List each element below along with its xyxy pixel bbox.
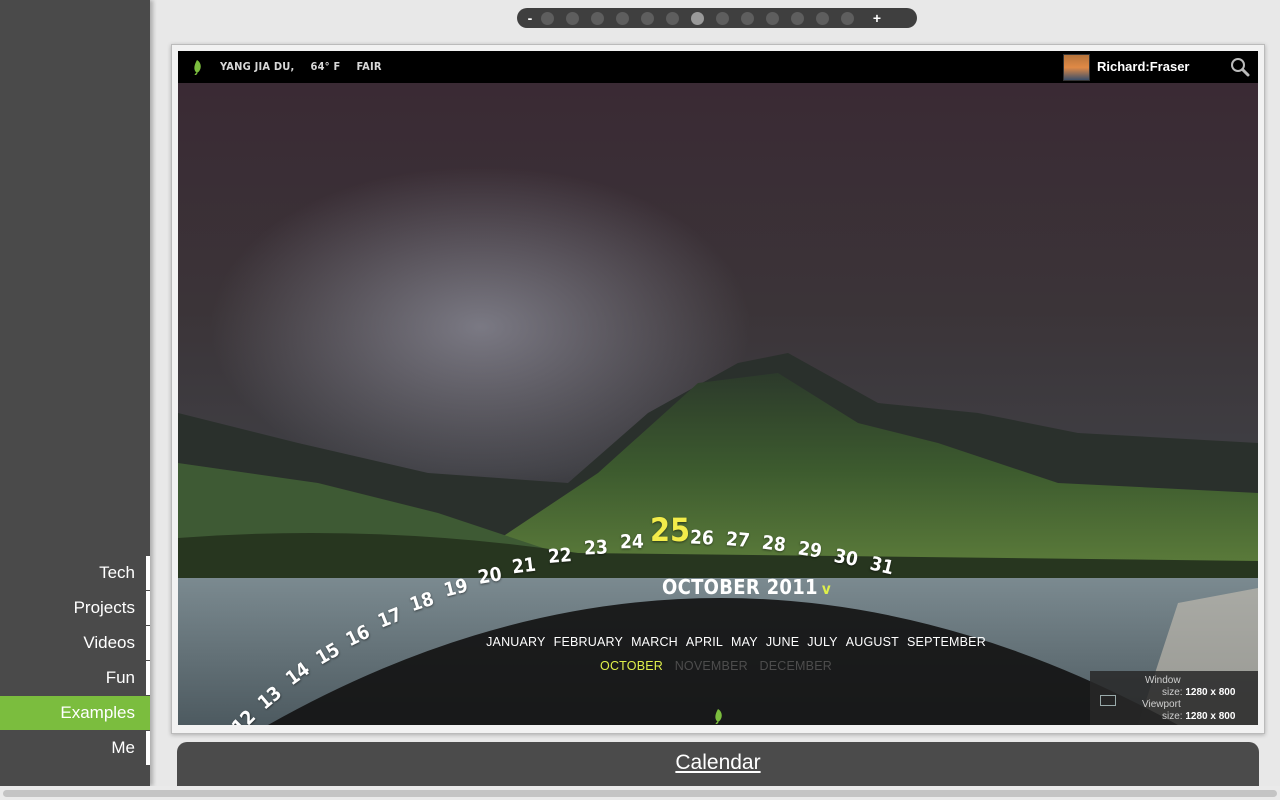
sidebar-item-videos[interactable]: Videos	[0, 626, 150, 660]
sidebar-item-fun[interactable]: Fun	[0, 661, 150, 695]
horizontal-scrollbar[interactable]	[0, 786, 1280, 800]
pager-dot[interactable]	[666, 11, 679, 25]
pager-dot[interactable]	[641, 11, 654, 25]
day-item[interactable]: 24	[620, 531, 644, 553]
pager-dot[interactable]	[566, 11, 579, 25]
size-info-panel: Window size: 1280 x 800 Viewport size: 1…	[1090, 671, 1258, 725]
pager-dot[interactable]	[716, 11, 729, 25]
day-item[interactable]: 29	[796, 537, 823, 562]
month-item[interactable]: FEBRUARY	[554, 635, 623, 649]
month-item[interactable]: JANUARY	[486, 635, 546, 649]
pager-dot[interactable]	[591, 11, 604, 25]
month-year-title: OCTOBER 2011	[662, 575, 818, 599]
viewport-size-value: 1280 x 800	[1185, 711, 1236, 722]
monitor-icon	[1100, 695, 1116, 706]
pager-dots	[541, 11, 866, 25]
weather-info: YANG JIA DU, 64° F FAIR	[220, 60, 382, 73]
month-item[interactable]: SEPTEMBER	[907, 635, 986, 649]
day-item[interactable]: 20	[476, 563, 503, 589]
window-size-label: size:	[1162, 687, 1183, 698]
month-future[interactable]: DECEMBER	[760, 659, 832, 673]
calendar-link[interactable]: Calendar	[177, 751, 1259, 775]
calendar-arc	[268, 598, 1178, 725]
month-item[interactable]: JUNE	[766, 635, 799, 649]
zoom-in-button[interactable]: +	[866, 10, 888, 26]
day-item[interactable]: 21	[511, 554, 537, 579]
day-selected[interactable]: 25	[650, 511, 690, 549]
month-item[interactable]: MARCH	[631, 635, 678, 649]
day-item[interactable]: 26	[689, 526, 714, 549]
month-future[interactable]: NOVEMBER	[675, 659, 748, 673]
day-item[interactable]: 30	[832, 545, 860, 571]
temperature-label: 64° F	[310, 60, 341, 73]
pager-dot[interactable]	[691, 11, 704, 25]
pager-dot[interactable]	[766, 11, 779, 25]
viewport-label: Viewport	[1142, 699, 1181, 710]
day-item[interactable]: 23	[583, 536, 608, 559]
leaf-icon	[715, 709, 722, 724]
months-row-past: JANUARY FEBRUARY MARCH APRIL MAY JUNE JULY AUGU…	[196, 635, 1258, 649]
sidebar-item-examples[interactable]: Examples	[0, 696, 150, 730]
leaf-icon[interactable]	[190, 59, 204, 75]
window-size-value: 1280 x 800	[1185, 687, 1236, 698]
condition-label: FAIR	[356, 60, 382, 73]
avatar[interactable]	[1063, 54, 1090, 81]
viewport-size: size: 1280 x 800	[1162, 711, 1235, 722]
sidebar-item-me[interactable]: Me	[0, 731, 150, 765]
day-item[interactable]: 22	[547, 544, 573, 568]
month-item[interactable]: APRIL	[686, 635, 723, 649]
sidebar-item-projects[interactable]: Projects	[0, 591, 150, 625]
username-label[interactable]: Richard:Fraser	[1097, 59, 1189, 74]
caption-bar: Calendar	[177, 742, 1259, 792]
location-label: YANG JIA DU,	[220, 60, 295, 73]
example-frame: YANG JIA DU, 64° F FAIR Richard:Fraser 1…	[171, 44, 1265, 734]
sidebar: Tech Projects Videos Fun Examples Me	[0, 0, 150, 786]
window-size: size: 1280 x 800	[1162, 687, 1235, 698]
month-item[interactable]: AUGUST	[846, 635, 899, 649]
month-year-selector[interactable]: OCTOBER 2011 v	[662, 575, 831, 599]
pager-dot[interactable]	[616, 11, 629, 25]
scrollbar-thumb[interactable]	[3, 790, 1277, 797]
day-item[interactable]: 27	[725, 528, 751, 552]
calendar-app: YANG JIA DU, 64° F FAIR Richard:Fraser 1…	[178, 51, 1258, 725]
slide-pager: - +	[517, 8, 917, 28]
app-top-bar: YANG JIA DU, 64° F FAIR Richard:Fraser	[178, 51, 1258, 83]
month-item[interactable]: MAY	[731, 635, 758, 649]
pager-dot[interactable]	[791, 11, 804, 25]
day-item[interactable]: 28	[761, 532, 787, 557]
month-current[interactable]: OCTOBER	[600, 659, 663, 673]
sidebar-nav: Tech Projects Videos Fun Examples Me	[0, 556, 150, 766]
viewport-size-label: size:	[1162, 711, 1183, 722]
pager-dot[interactable]	[541, 11, 554, 25]
sidebar-item-tech[interactable]: Tech	[0, 556, 150, 590]
pager-dot[interactable]	[841, 11, 854, 25]
chevron-down-icon: v	[821, 580, 831, 598]
search-icon[interactable]	[1230, 57, 1250, 77]
pager-dot[interactable]	[741, 11, 754, 25]
window-label: Window	[1145, 675, 1181, 686]
zoom-out-button[interactable]: -	[519, 10, 541, 26]
pager-dot[interactable]	[816, 11, 829, 25]
month-item[interactable]: JULY	[807, 635, 837, 649]
